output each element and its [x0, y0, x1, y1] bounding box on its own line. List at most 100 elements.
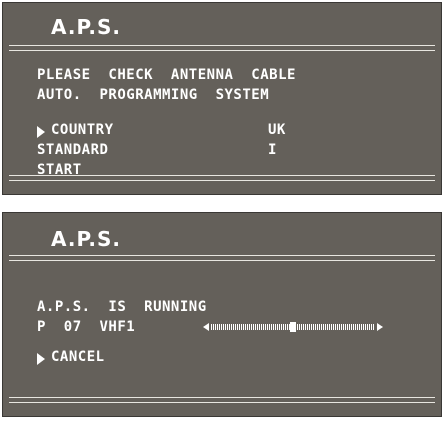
- tuning-left-arrow-icon: [203, 323, 209, 331]
- footer-divider: [9, 402, 435, 403]
- tuning-scale-tick: [337, 324, 338, 330]
- auto-programming-label: AUTO. PROGRAMMING SYSTEM: [37, 87, 270, 103]
- tuning-scale-tick: [359, 324, 360, 330]
- tuning-scale-tick: [323, 324, 324, 330]
- aps-setup-title-bar: A.P.S.: [3, 3, 441, 51]
- tuning-scale-tick: [357, 324, 358, 330]
- tuning-scale-tick: [225, 324, 226, 330]
- tuning-scale-tick: [269, 324, 270, 330]
- cancel-button[interactable]: CANCEL: [51, 349, 105, 365]
- tuning-scale-tick: [311, 324, 312, 330]
- tuning-scale-tick: [251, 324, 252, 330]
- tuning-scale-tick: [223, 324, 224, 330]
- tuning-scale-tick: [305, 324, 306, 330]
- aps-running-title-bar: A.P.S.: [3, 213, 441, 261]
- tuning-scale-tick: [231, 324, 232, 330]
- tuning-scale-tick: [247, 324, 248, 330]
- standard-value[interactable]: I: [268, 142, 277, 158]
- tuning-scale-tick: [217, 324, 218, 330]
- tuning-right-arrow-icon: [377, 323, 383, 331]
- tuning-scale-tick: [249, 324, 250, 330]
- tuning-scale-tick: [339, 324, 340, 330]
- tuning-scale-tick: [221, 324, 222, 330]
- footer-divider: [9, 397, 435, 398]
- title-divider: [9, 45, 435, 46]
- tuning-scale-tick: [281, 324, 282, 330]
- tuning-scale-tick: [237, 324, 238, 330]
- tuning-scale-tick: [329, 324, 330, 330]
- tuning-scale-tick: [321, 324, 322, 330]
- tuning-scale-tick: [287, 324, 288, 330]
- channel-readout: P 07 VHF1: [37, 319, 136, 335]
- title-divider: [9, 255, 435, 256]
- tuning-scale-tick: [369, 324, 370, 330]
- tuning-scale-tick: [347, 324, 348, 330]
- tuning-scale-tick: [363, 324, 364, 330]
- tuning-scale-tick: [271, 324, 272, 330]
- tuning-scale-tick: [297, 324, 298, 330]
- tuning-scale-tick: [355, 324, 356, 330]
- aps-setup-panel: A.P.S. PLEASE CHECK ANTENNA CABLE AUTO. …: [2, 2, 442, 195]
- aps-setup-title: A.P.S.: [51, 15, 122, 39]
- tuning-scale-tick: [263, 324, 264, 330]
- tuning-progress-bar: [203, 322, 383, 332]
- tuning-scale-tick: [365, 324, 366, 330]
- tuning-scale-tick: [309, 324, 310, 330]
- tuning-scale-tick: [277, 324, 278, 330]
- tuning-scale-tick: [211, 324, 212, 330]
- tuning-scale-tick: [345, 324, 346, 330]
- tuning-scale-tick: [303, 324, 304, 330]
- aps-running-status: A.P.S. IS RUNNING: [37, 299, 207, 315]
- tuning-scale-tick: [215, 324, 216, 330]
- tuning-scale-tick: [255, 324, 256, 330]
- selection-pointer-icon: [37, 353, 45, 365]
- tuning-scale-tick: [371, 324, 372, 330]
- tuning-scale-tick: [307, 324, 308, 330]
- tuning-scale-tick: [317, 324, 318, 330]
- tuning-scale-tick: [367, 324, 368, 330]
- tuning-scale-tick: [267, 324, 268, 330]
- tuning-scale-tick: [327, 324, 328, 330]
- tuning-scale-tick: [253, 324, 254, 330]
- tuning-cursor: [290, 322, 296, 332]
- tuning-scale-tick: [341, 324, 342, 330]
- tuning-scale-tick: [325, 324, 326, 330]
- tuning-scale-tick: [335, 324, 336, 330]
- tuning-scale-tick: [333, 324, 334, 330]
- tuning-scale-tick: [233, 324, 234, 330]
- tuning-scale-tick: [351, 324, 352, 330]
- tuning-scale-tick: [259, 324, 260, 330]
- tuning-scale-tick: [279, 324, 280, 330]
- footer-divider: [9, 175, 435, 176]
- tuning-scale-tick: [257, 324, 258, 330]
- tuning-scale-tick: [273, 324, 274, 330]
- antenna-warning-message: PLEASE CHECK ANTENNA CABLE: [37, 67, 296, 83]
- selection-pointer-icon: [37, 126, 45, 138]
- tuning-scale-tick: [275, 324, 276, 330]
- tuning-scale-tick: [245, 324, 246, 330]
- tuning-scale-tick: [319, 324, 320, 330]
- tuning-scale-tick: [301, 324, 302, 330]
- menu-item-standard[interactable]: STANDARD: [37, 142, 108, 158]
- tuning-scale-tick: [331, 324, 332, 330]
- tuning-scale-tick: [229, 324, 230, 330]
- tuning-scale-tick: [243, 324, 244, 330]
- tuning-scale-tick: [213, 324, 214, 330]
- tuning-scale-tick: [261, 324, 262, 330]
- tuning-scale-tick: [285, 324, 286, 330]
- menu-item-country[interactable]: COUNTRY: [51, 122, 114, 138]
- tuning-scale-tick: [343, 324, 344, 330]
- aps-running-panel: A.P.S. A.P.S. IS RUNNING P 07 VHF1 CANCE…: [2, 212, 442, 417]
- tuning-scale-tick: [265, 324, 266, 330]
- tuning-scale-tick: [289, 324, 290, 330]
- footer-divider: [9, 180, 435, 181]
- title-divider: [9, 50, 435, 51]
- tuning-scale-tick: [283, 324, 284, 330]
- tuning-scale-tick: [349, 324, 350, 330]
- tuning-scale-tick: [219, 324, 220, 330]
- tuning-scale-tick: [227, 324, 228, 330]
- aps-running-title: A.P.S.: [51, 227, 122, 251]
- tuning-scale-tick: [361, 324, 362, 330]
- country-value[interactable]: UK: [268, 122, 286, 138]
- tuning-scale-tick: [373, 324, 374, 330]
